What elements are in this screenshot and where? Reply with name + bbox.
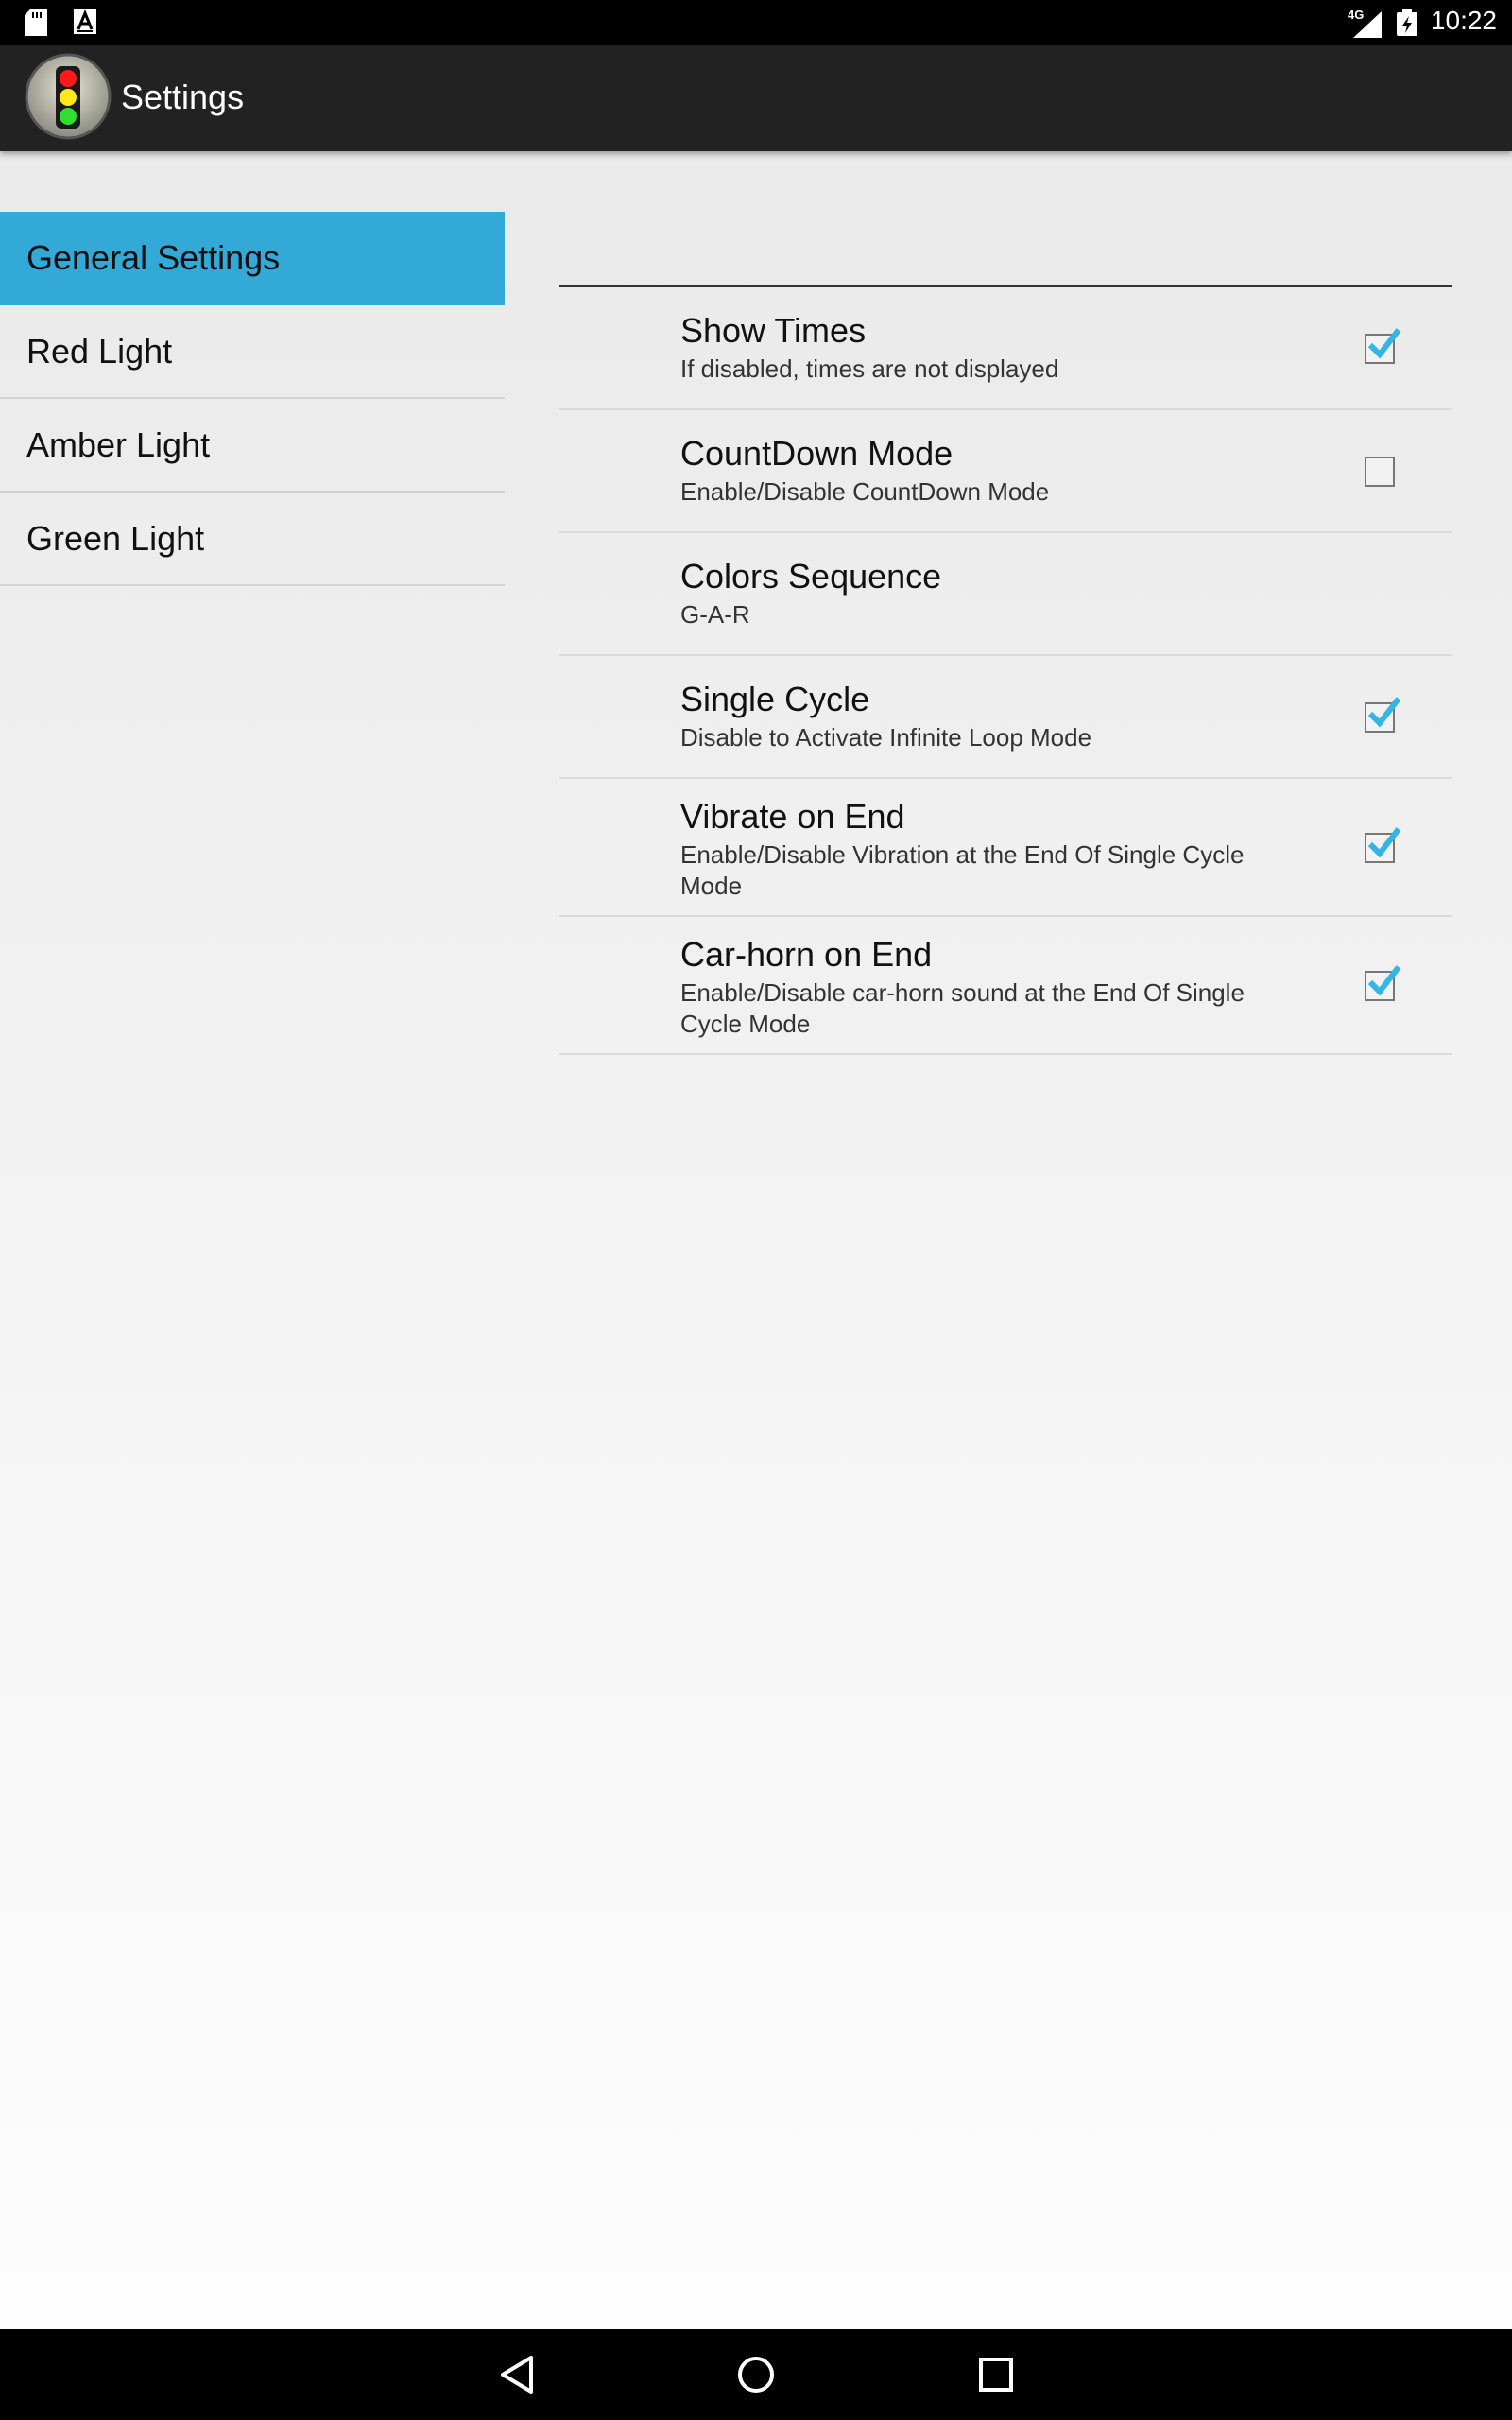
page-title: Settings (121, 78, 245, 116)
header-item-red-light[interactable]: Red Light (0, 305, 505, 399)
pref-summary: Enable/Disable Vibration at the End Of S… (680, 840, 1245, 900)
clock: 10:22 (1430, 6, 1497, 35)
pref-vibrate-on-end[interactable]: Vibrate on End Enable/Disable Vibration … (559, 779, 1452, 917)
header-item-general-settings[interactable]: General Settings (0, 212, 505, 305)
signal-icon (1353, 11, 1382, 38)
pref-summary: Enable/Disable CountDown Mode (680, 477, 1050, 506)
preferences-pane: Show Times If disabled, times are not di… (559, 285, 1452, 1055)
single-cycle-checkbox[interactable] (1365, 697, 1401, 733)
pref-colors-sequence[interactable]: Colors Sequence G-A-R (559, 533, 1452, 656)
navigation-bar (0, 2329, 1512, 2420)
traffic-light-icon[interactable] (25, 53, 112, 140)
pref-show-times[interactable]: Show Times If disabled, times are not di… (559, 287, 1452, 410)
pref-title: Single Cycle (680, 680, 870, 718)
countdown-mode-checkbox[interactable] (1365, 457, 1395, 487)
pref-summary: Enable/Disable car-horn sound at the End… (680, 978, 1245, 1038)
sd-card-icon (25, 9, 47, 36)
recents-icon[interactable] (971, 2350, 1021, 2399)
checkmark-icon (1367, 965, 1401, 996)
pref-single-cycle[interactable]: Single Cycle Disable to Activate Infinit… (559, 656, 1452, 779)
status-bar: 4G 10:22 (0, 0, 1512, 45)
header-item-green-light[interactable]: Green Light (0, 493, 505, 586)
pref-car-horn-on-end[interactable]: Car-horn on End Enable/Disable car-horn … (559, 917, 1452, 1055)
show-times-checkbox[interactable] (1365, 328, 1401, 364)
settings-headers-list: General Settings Red Light Amber Light G… (0, 212, 505, 586)
pref-title: Show Times (680, 311, 867, 350)
pref-title: Colors Sequence (680, 557, 942, 596)
a-icon (74, 9, 96, 34)
checkmark-icon (1367, 328, 1401, 359)
header-item-amber-light[interactable]: Amber Light (0, 399, 505, 493)
pref-title: CountDown Mode (680, 434, 954, 473)
pref-title: Car-horn on End (680, 935, 933, 974)
home-icon[interactable] (731, 2350, 781, 2399)
checkmark-icon (1367, 827, 1401, 858)
pref-countdown-mode[interactable]: CountDown Mode Enable/Disable CountDown … (559, 410, 1452, 533)
vibrate-on-end-checkbox[interactable] (1365, 827, 1401, 863)
checkmark-icon (1367, 697, 1401, 728)
back-icon[interactable] (491, 2350, 541, 2399)
action-bar: Settings (0, 45, 1512, 151)
pref-summary: If disabled, times are not displayed (680, 354, 1059, 383)
car-horn-on-end-checkbox[interactable] (1365, 965, 1401, 1001)
pref-title: Vibrate on End (680, 797, 905, 836)
pref-summary: Disable to Activate Infinite Loop Mode (680, 723, 1092, 752)
battery-icon (1397, 9, 1418, 36)
pref-summary: G-A-R (680, 600, 750, 629)
